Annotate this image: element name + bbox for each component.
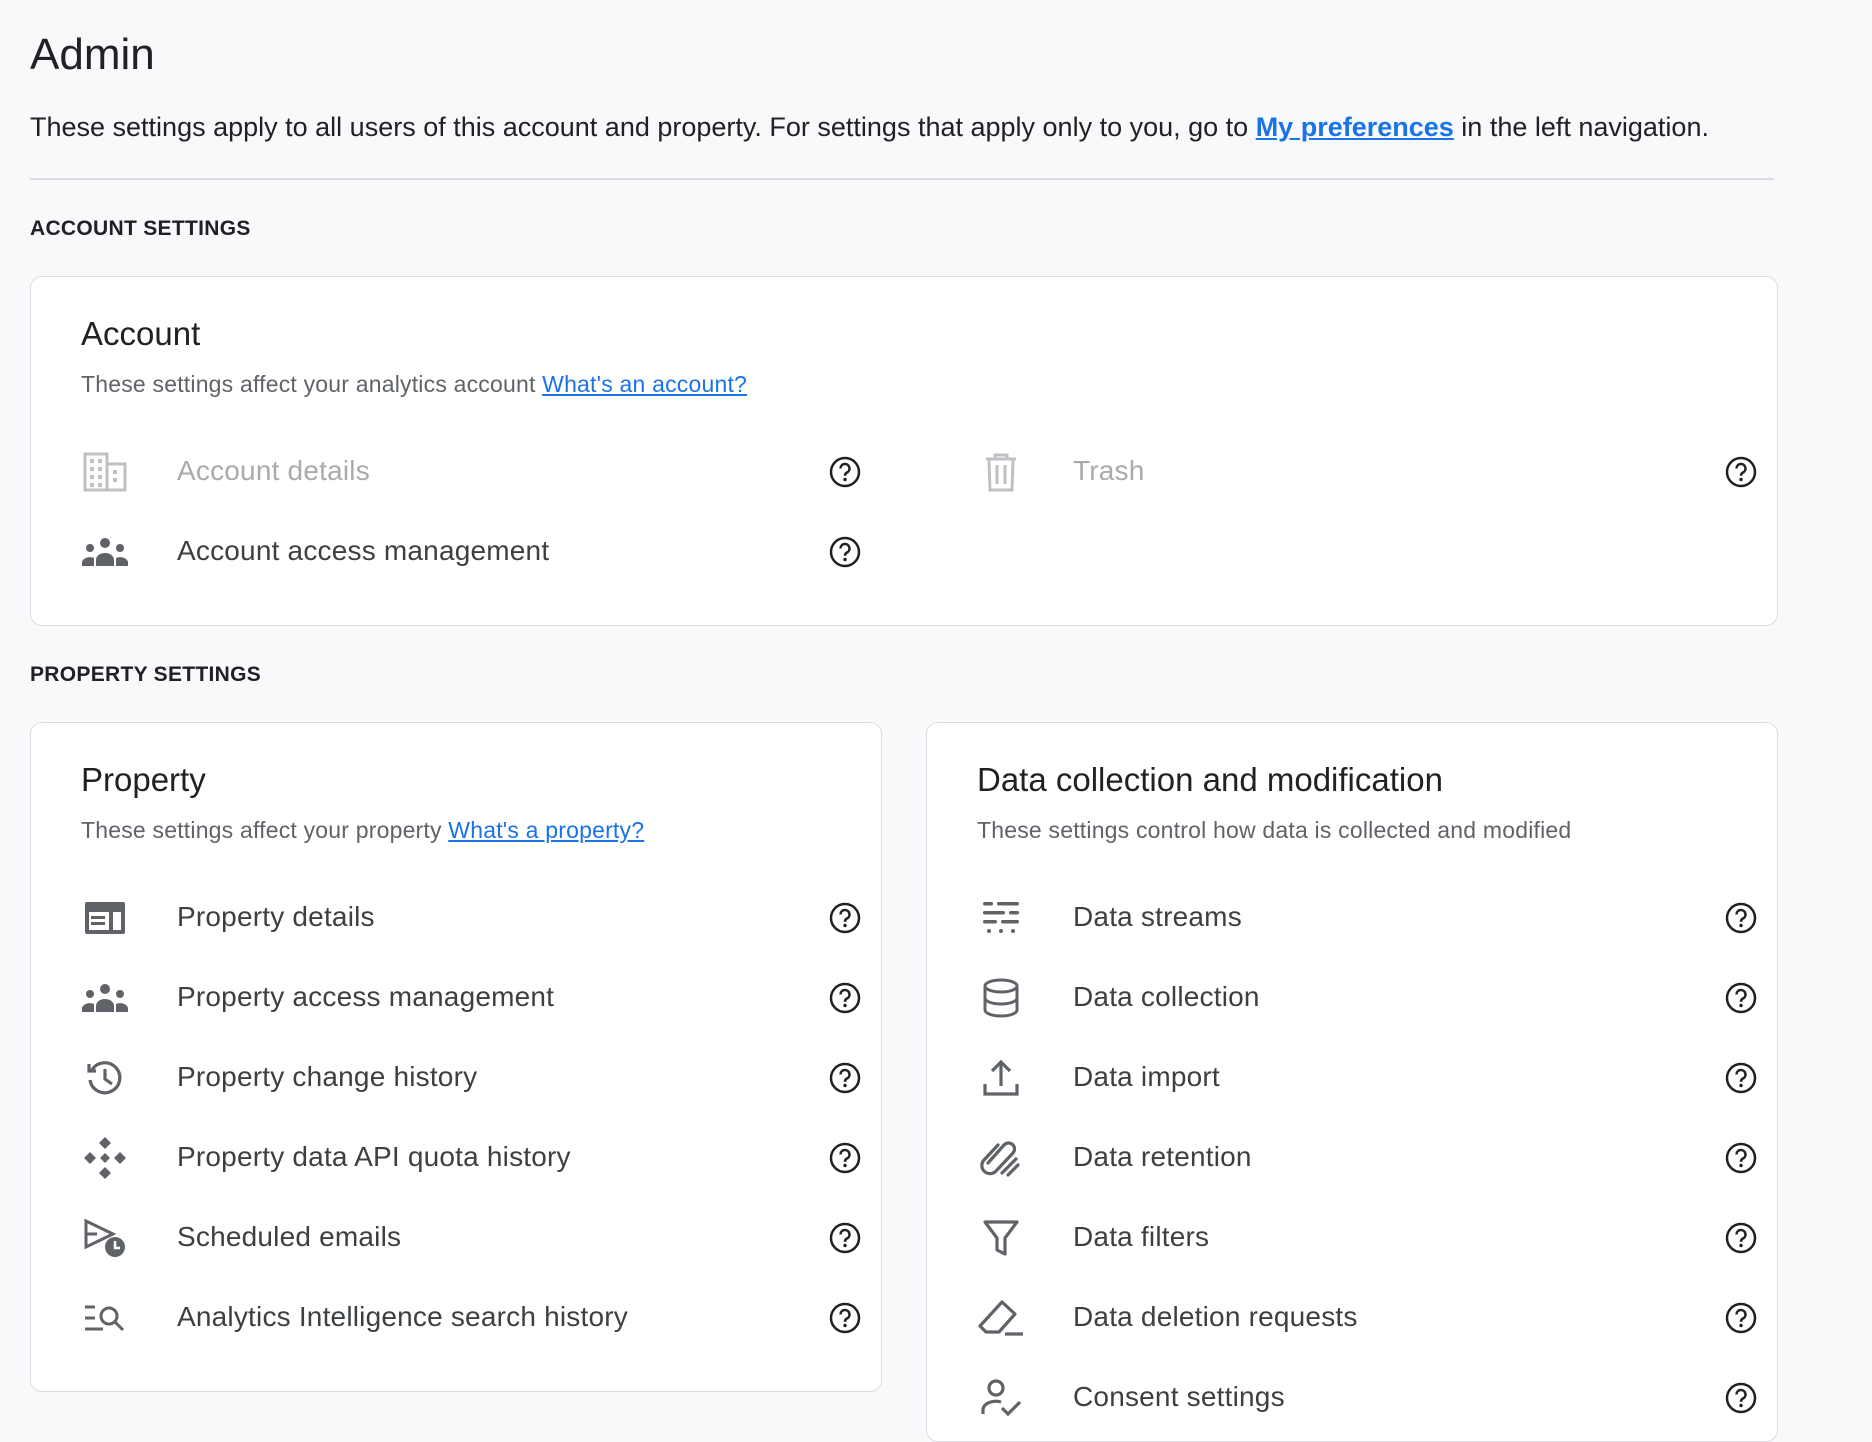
trash-icon [977,450,1025,494]
data-collection-card-title: Data collection and modification [977,761,1443,798]
account-access-management-item[interactable]: Account access management [81,522,865,582]
property-data-api-quota-history-label: Property data API quota history [177,1141,571,1172]
help-icon[interactable] [1724,1061,1758,1095]
intro-text-after: in the left navigation. [1453,112,1709,142]
intro-text-before: These settings apply to all users of thi… [30,112,1256,142]
help-icon[interactable] [828,1221,862,1255]
consent-icon [977,1376,1025,1420]
account-settings-heading: ACCOUNT SETTINGS [30,217,251,240]
property-change-history-item[interactable]: Property change history [81,1048,865,1108]
help-icon[interactable] [1724,1221,1758,1255]
help-icon[interactable] [828,1301,862,1335]
account-access-management-label: Account access management [177,535,550,566]
property-details-label: Property details [177,901,375,932]
group-icon [81,530,129,574]
property-access-management-label: Property access management [177,981,555,1012]
property-details-item[interactable]: Property details [81,888,865,948]
account-card-description: These settings affect your analytics acc… [81,371,747,398]
help-icon[interactable] [828,535,862,569]
help-icon[interactable] [828,1061,862,1095]
help-icon[interactable] [1724,455,1758,489]
data-filters-label: Data filters [1073,1221,1210,1252]
help-icon[interactable] [828,1141,862,1175]
account-card-desc-text: These settings affect your analytics acc… [81,371,543,397]
property-settings-heading: PROPERTY SETTINGS [30,663,262,686]
group-icon [81,976,129,1020]
data-deletion-requests-item[interactable]: Data deletion requests [977,1288,1761,1348]
scheduled-emails-label: Scheduled emails [177,1221,402,1252]
property-access-management-item[interactable]: Property access management [81,968,865,1028]
data-retention-label: Data retention [1073,1141,1252,1172]
data-collection-label: Data collection [1073,981,1260,1012]
header-divider [30,178,1774,180]
consent-settings-item[interactable]: Consent settings [977,1368,1761,1428]
help-icon[interactable] [828,981,862,1015]
filter-icon [977,1216,1025,1260]
consent-settings-label: Consent settings [1073,1381,1285,1412]
whats-a-property-link[interactable]: What's a property? [448,817,644,843]
my-preferences-link[interactable]: My preferences [1256,112,1454,142]
trash-item[interactable]: Trash [977,442,1761,502]
help-icon[interactable] [1724,1141,1758,1175]
help-icon[interactable] [828,455,862,489]
data-collection-item[interactable]: Data collection [977,968,1761,1028]
help-icon[interactable] [1724,901,1758,935]
account-card-title: Account [81,315,201,352]
account-details-item[interactable]: Account details [81,442,865,502]
analytics-intelligence-search-history-label: Analytics Intelligence search history [177,1301,628,1332]
help-icon[interactable] [828,901,862,935]
property-card-title: Property [81,761,206,798]
data-import-item[interactable]: Data import [977,1048,1761,1108]
data-streams-icon [977,896,1025,940]
building-icon [81,450,129,494]
api-icon [81,1136,129,1180]
help-icon[interactable] [1724,1301,1758,1335]
trash-label: Trash [1073,455,1145,486]
page-title: Admin [30,30,155,79]
data-streams-label: Data streams [1073,901,1242,932]
schedule-send-icon [81,1216,129,1260]
retention-icon [977,1136,1025,1180]
data-retention-item[interactable]: Data retention [977,1128,1761,1188]
help-icon[interactable] [1724,981,1758,1015]
data-deletion-requests-label: Data deletion requests [1073,1301,1358,1332]
whats-an-account-link[interactable]: What's an account? [542,371,747,397]
data-import-label: Data import [1073,1061,1220,1092]
data-collection-card: Data collection and modification These s… [926,722,1778,1442]
account-details-label: Account details [177,455,370,486]
web-layout-icon [81,896,129,940]
property-card-description: These settings affect your property What… [81,817,644,844]
data-collection-card-description: These settings control how data is colle… [977,817,1572,843]
property-card: Property These settings affect your prop… [30,722,882,1392]
data-streams-item[interactable]: Data streams [977,888,1761,948]
property-data-api-quota-history-item[interactable]: Property data API quota history [81,1128,865,1188]
eraser-icon [977,1296,1025,1340]
scheduled-emails-item[interactable]: Scheduled emails [81,1208,865,1268]
upload-icon [977,1056,1025,1100]
property-change-history-label: Property change history [177,1061,478,1092]
manage-search-icon [81,1296,129,1340]
account-card: Account These settings affect your analy… [30,276,1778,626]
intro-text: These settings apply to all users of thi… [30,112,1709,143]
history-icon [81,1056,129,1100]
help-icon[interactable] [1724,1381,1758,1415]
database-icon [977,976,1025,1020]
property-card-desc-text: These settings affect your property [81,817,449,843]
analytics-intelligence-search-history-item[interactable]: Analytics Intelligence search history [81,1288,865,1348]
data-filters-item[interactable]: Data filters [977,1208,1761,1268]
